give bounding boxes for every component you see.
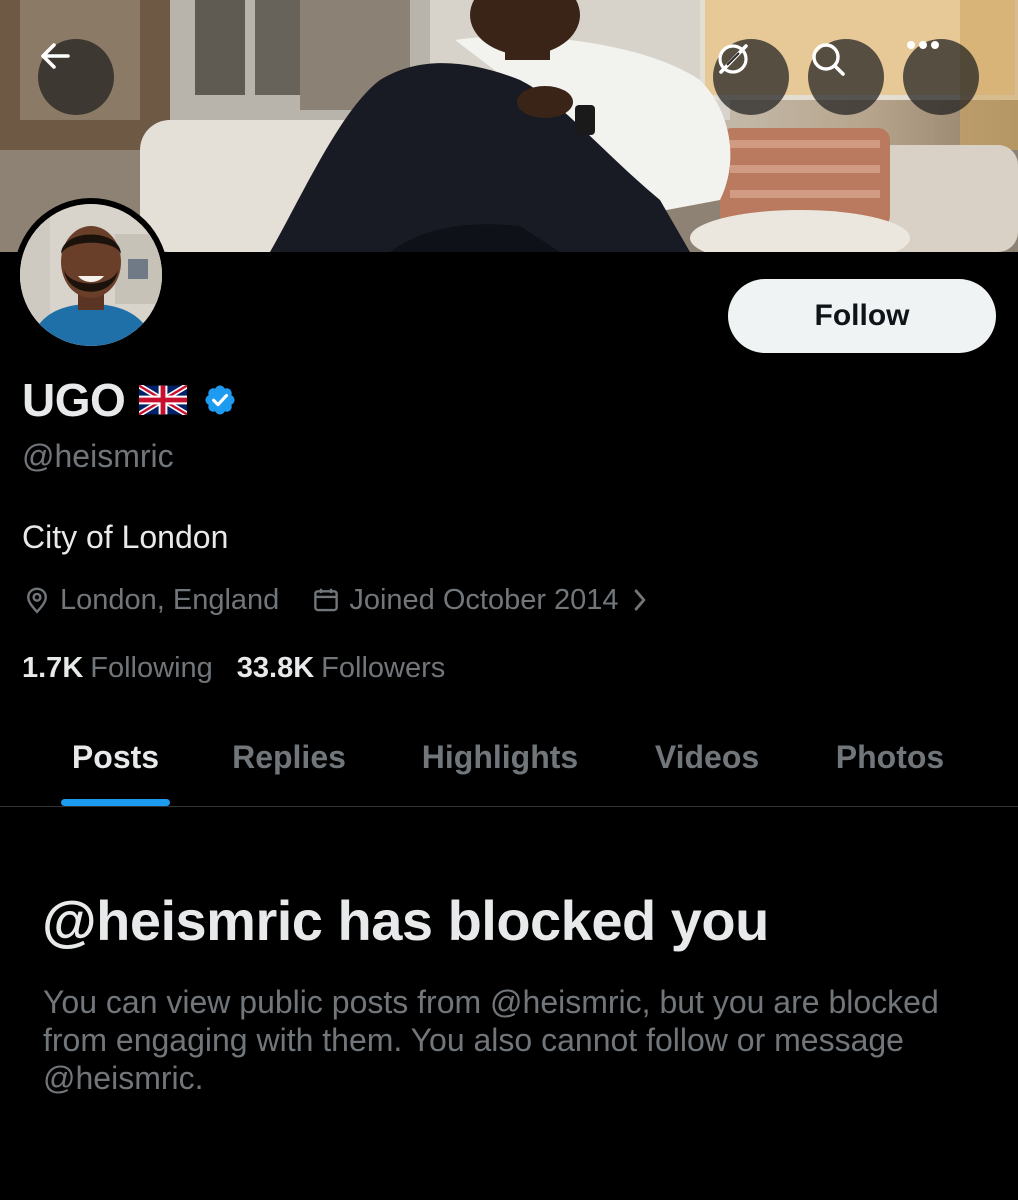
follow-button[interactable]: Follow [728,279,996,353]
tab-photos[interactable]: Photos [824,708,956,806]
following-link[interactable]: 1.7K Following [22,652,213,685]
followers-link[interactable]: 33.8K Followers [237,652,445,685]
profile-banner[interactable] [0,0,1018,252]
tab-highlights[interactable]: Highlights [410,708,590,806]
user-handle: @heismric [22,438,174,474]
calendar-icon [314,588,339,612]
avatar-photo [20,204,162,346]
banner-photo [0,0,1018,252]
location-item: London, England [22,584,279,617]
chevron-right-icon [634,589,645,611]
active-tab-indicator [61,799,170,806]
tab-posts[interactable]: Posts [61,708,170,806]
display-name: UGO [22,374,126,426]
profile-bio: City of London [22,519,229,555]
tab-replies[interactable]: Replies [222,708,356,806]
back-button[interactable] [38,39,114,115]
search-icon [812,43,845,76]
tabs-divider [0,806,1018,807]
followers-label: Followers [321,651,446,684]
location-text: London, England [60,583,280,616]
tab-videos[interactable]: Videos [643,708,771,806]
location-pin-icon [27,587,47,614]
uk-flag-icon [139,385,188,415]
joined-item[interactable]: Joined October 2014 [311,584,648,617]
search-button[interactable] [808,39,884,115]
grok-icon [718,44,748,74]
profile-meta: London, England Joined October 2014 [22,580,649,620]
blocked-title: @heismric has blocked you [42,889,769,952]
joined-text: Joined October 2014 [349,583,619,616]
grok-button[interactable] [713,39,789,115]
blocked-message: You can view public posts from @heismric… [43,984,939,1096]
following-label: Following [90,651,213,684]
profile-tabs: Posts Replies Highlights Videos Photos [0,708,1018,806]
follow-stats: 1.7K Following 33.8K Followers [22,648,445,688]
more-horizontal-icon [907,41,939,49]
followers-count: 33.8K [236,651,315,684]
profile-avatar[interactable] [14,198,168,352]
more-button[interactable] [903,39,979,115]
verified-badge-icon[interactable] [203,383,237,417]
arrow-left-icon [41,43,70,69]
display-name-row: UGO [22,372,237,428]
following-count: 1.7K [22,651,84,684]
